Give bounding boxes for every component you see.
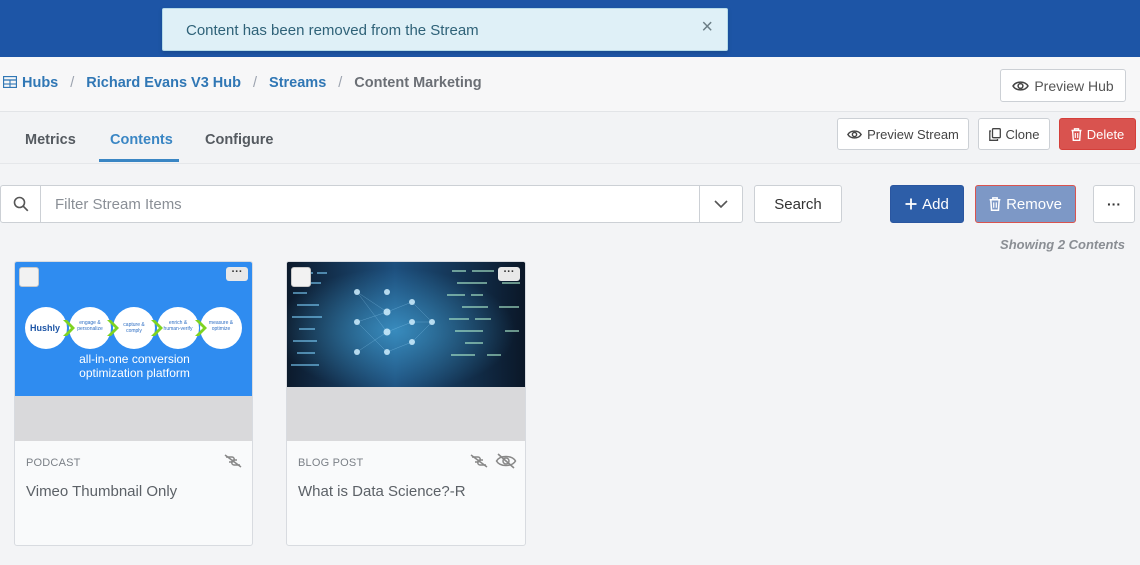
breadcrumb-current: Content Marketing bbox=[354, 75, 482, 91]
tagline: optimization platform bbox=[79, 366, 190, 380]
breadcrumb: Hubs / Richard Evans V3 Hub / Streams / … bbox=[3, 75, 482, 91]
search-button[interactable]: Search bbox=[754, 185, 842, 223]
remove-button[interactable]: Remove bbox=[975, 185, 1076, 223]
step-label: engage & personalize bbox=[77, 320, 103, 332]
more-options-icon: ··· bbox=[1107, 196, 1121, 212]
card-status-icons bbox=[223, 453, 243, 469]
tab-contents[interactable]: Contents bbox=[110, 132, 173, 148]
more-options-button[interactable]: ··· bbox=[1093, 185, 1135, 223]
eye-icon bbox=[847, 129, 863, 139]
card-thumbnail bbox=[287, 262, 525, 387]
plus-icon bbox=[905, 198, 917, 210]
card-select-checkbox[interactable] bbox=[19, 267, 39, 287]
tagline: all-in-one conversion bbox=[79, 352, 190, 366]
table-icon bbox=[3, 76, 17, 88]
search-icon bbox=[1, 186, 41, 222]
toast-message: Content has been removed from the Stream bbox=[186, 22, 479, 39]
tab-configure[interactable]: Configure bbox=[205, 132, 273, 148]
clone-label: Clone bbox=[1005, 126, 1040, 142]
step-label: measure & optimize bbox=[208, 320, 234, 332]
preview-hub-button[interactable]: Preview Hub bbox=[1000, 69, 1126, 102]
card-type: BLOG POST bbox=[298, 457, 364, 469]
eye-icon bbox=[1012, 80, 1030, 91]
link-off-icon bbox=[224, 454, 242, 468]
data-science-image bbox=[287, 262, 525, 387]
delete-button[interactable]: Delete bbox=[1059, 118, 1136, 150]
hushly-logo: Hushly bbox=[30, 323, 61, 333]
active-tab-indicator bbox=[99, 159, 179, 162]
card-menu-button[interactable]: ··· bbox=[226, 267, 248, 281]
breadcrumb-hub-name[interactable]: Richard Evans V3 Hub bbox=[86, 75, 241, 91]
card-status-icons bbox=[469, 453, 517, 469]
breadcrumb-hubs-label: Hubs bbox=[22, 75, 59, 91]
filter-dropdown-toggle[interactable] bbox=[699, 186, 742, 222]
trash-icon bbox=[989, 197, 1001, 211]
add-button[interactable]: Add bbox=[890, 185, 964, 223]
card-title[interactable]: Vimeo Thumbnail Only bbox=[26, 483, 177, 500]
notification-toast: Content has been removed from the Stream… bbox=[162, 8, 728, 51]
filter-bar bbox=[0, 185, 743, 223]
breadcrumb-separator: / bbox=[338, 75, 343, 91]
breadcrumb-separator: / bbox=[253, 75, 258, 91]
breadcrumb-hubs[interactable]: Hubs bbox=[3, 75, 58, 91]
card-thumbnail-placeholder bbox=[15, 396, 252, 441]
breadcrumb-streams[interactable]: Streams bbox=[269, 75, 326, 91]
filter-input[interactable] bbox=[42, 186, 700, 222]
tab-metrics[interactable]: Metrics bbox=[25, 132, 76, 148]
chevron-down-icon bbox=[714, 200, 728, 208]
showing-count: Showing 2 Contents bbox=[1000, 237, 1125, 252]
copy-icon bbox=[988, 127, 1001, 141]
content-card[interactable]: ··· BLOG POST What is Data Science?-R bbox=[286, 261, 526, 546]
eye-slash-icon bbox=[495, 453, 517, 469]
card-select-checkbox[interactable] bbox=[291, 267, 311, 287]
step-label: capture & comply bbox=[123, 322, 145, 334]
card-type: PODCAST bbox=[26, 457, 81, 469]
clone-button[interactable]: Clone bbox=[978, 118, 1050, 150]
card-menu-button[interactable]: ··· bbox=[498, 267, 520, 281]
card-thumbnail-placeholder bbox=[287, 387, 525, 441]
content-card[interactable]: Hushly engage & personalize capture & co… bbox=[14, 261, 253, 546]
tab-bar: Metrics Contents Configure Preview Strea… bbox=[0, 112, 1140, 164]
preview-hub-label: Preview Hub bbox=[1034, 77, 1114, 94]
card-title[interactable]: What is Data Science?-R bbox=[298, 483, 466, 500]
link-off-icon bbox=[470, 454, 488, 468]
step-label: enrich & human-verify bbox=[163, 320, 193, 332]
trash-icon bbox=[1071, 127, 1082, 141]
delete-label: Delete bbox=[1086, 126, 1125, 142]
close-icon[interactable]: × bbox=[701, 17, 713, 37]
card-thumbnail: Hushly engage & personalize capture & co… bbox=[15, 262, 252, 396]
remove-button-label: Remove bbox=[1006, 195, 1062, 213]
search-button-label: Search bbox=[774, 195, 822, 213]
preview-stream-button[interactable]: Preview Stream bbox=[837, 118, 969, 150]
breadcrumb-bar: Hubs / Richard Evans V3 Hub / Streams / … bbox=[0, 57, 1140, 112]
add-button-label: Add bbox=[922, 195, 949, 213]
preview-stream-label: Preview Stream bbox=[867, 126, 959, 142]
breadcrumb-separator: / bbox=[70, 75, 75, 91]
